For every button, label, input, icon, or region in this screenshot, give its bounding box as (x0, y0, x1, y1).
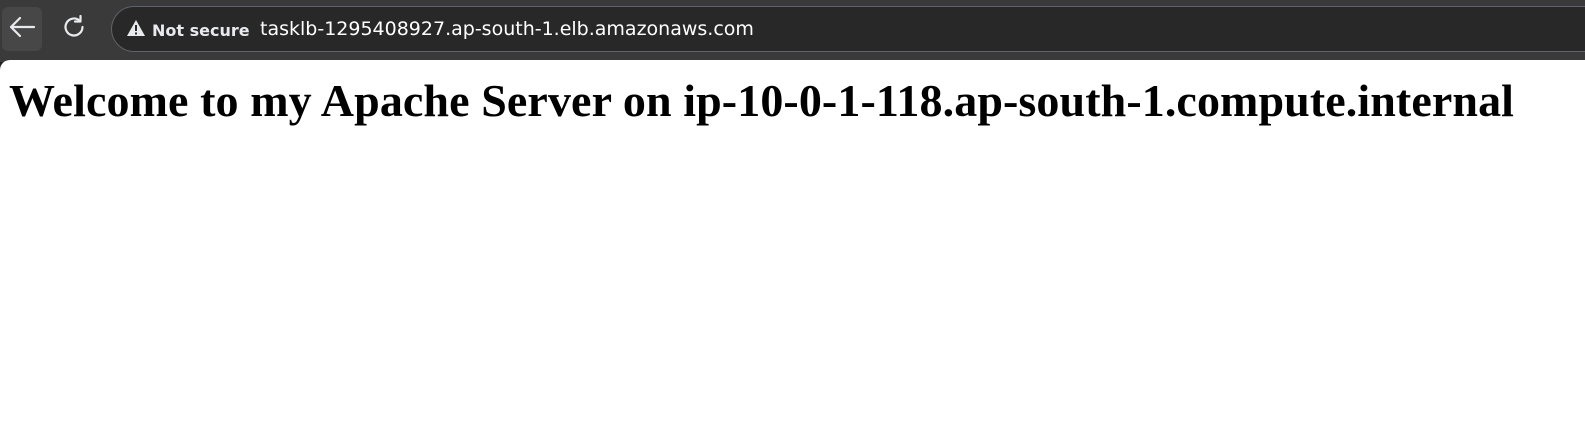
back-button[interactable] (2, 7, 42, 51)
page-heading: Welcome to my Apache Server on ip-10-0-1… (9, 75, 1515, 126)
security-indicator[interactable]: Not secure (120, 13, 260, 47)
security-label: Not secure (152, 20, 250, 40)
arrow-left-icon (8, 15, 36, 44)
warning-triangle-icon (126, 19, 146, 42)
browser-toolbar: Not secure tasklb-1295408927.ap-south-1.… (0, 0, 1585, 62)
browser-window: Not secure tasklb-1295408927.ap-south-1.… (0, 0, 1585, 429)
address-bar[interactable]: Not secure tasklb-1295408927.ap-south-1.… (111, 6, 1585, 52)
page-viewport: Welcome to my Apache Server on ip-10-0-1… (0, 60, 1585, 429)
url-text[interactable]: tasklb-1295408927.ap-south-1.elb.amazona… (260, 18, 754, 40)
reload-icon (60, 13, 88, 46)
reload-button[interactable] (54, 7, 94, 51)
